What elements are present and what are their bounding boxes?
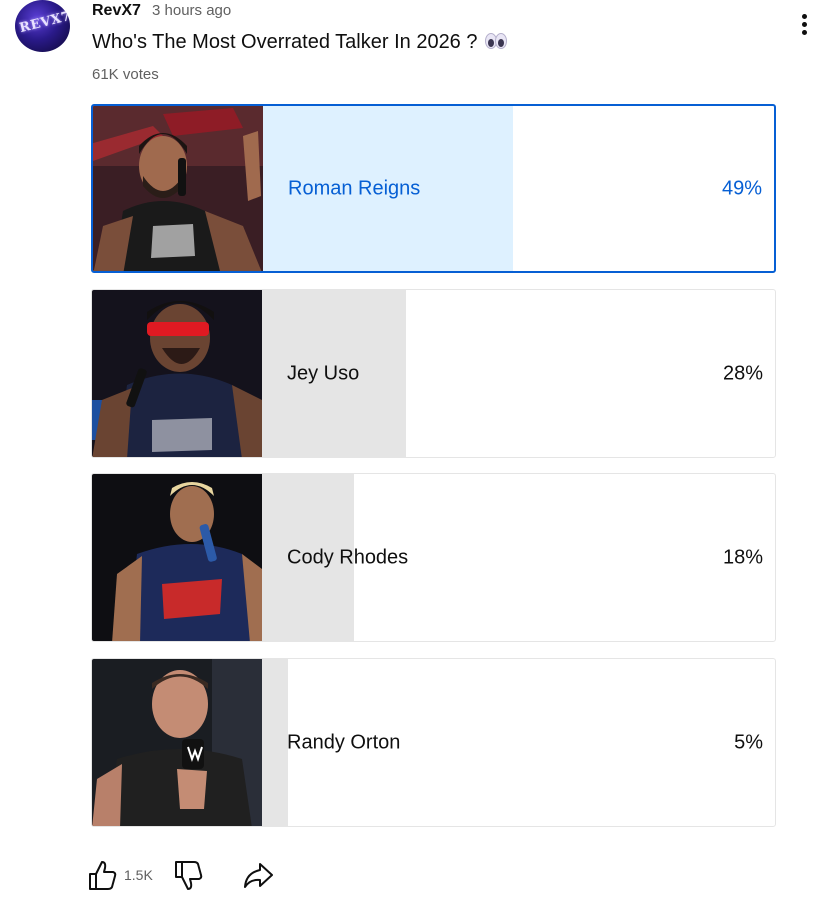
option-name: Jey Uso [287,362,360,384]
avatar-logo: REVX7 [17,8,70,37]
like-count: 1.5K [124,867,153,883]
vote-count: 61K votes [92,66,159,83]
option-image [93,106,263,271]
option-image [92,659,262,826]
poll-option-cody-rhodes[interactable]: Cody Rhodes 18% [91,473,776,642]
post-time[interactable]: 3 hours ago [152,2,231,19]
question-text: Who's The Most Overrated Talker In 2026 … [92,31,478,53]
poll-question: Who's The Most Overrated Talker In 2026 … [92,31,508,56]
option-name: Roman Reigns [288,177,421,199]
option-image [92,474,262,641]
eyes-icon [484,32,508,56]
option-image [92,290,262,457]
poll-option-jey-uso[interactable]: Jey Uso 28% [91,289,776,458]
more-vert-icon[interactable] [797,12,813,38]
option-percent: 49% [721,177,762,199]
option-name: Randy Orton [287,731,401,753]
poll-option-roman-reigns[interactable]: Roman Reigns 49% [91,104,776,273]
thumbs-up-icon[interactable] [88,858,118,897]
share-icon[interactable] [242,858,274,897]
author-name[interactable]: RevX7 [92,2,141,20]
option-percent: 18% [722,546,763,568]
poll-option-randy-orton[interactable]: Randy Orton 5% [91,658,776,827]
avatar[interactable]: REVX7 [15,0,70,52]
option-percent: 5% [734,731,763,753]
post-actions: 1.5K [88,858,288,892]
option-percent: 28% [722,362,763,384]
option-name: Cody Rhodes [287,546,409,568]
thumbs-down-icon[interactable] [174,858,204,897]
